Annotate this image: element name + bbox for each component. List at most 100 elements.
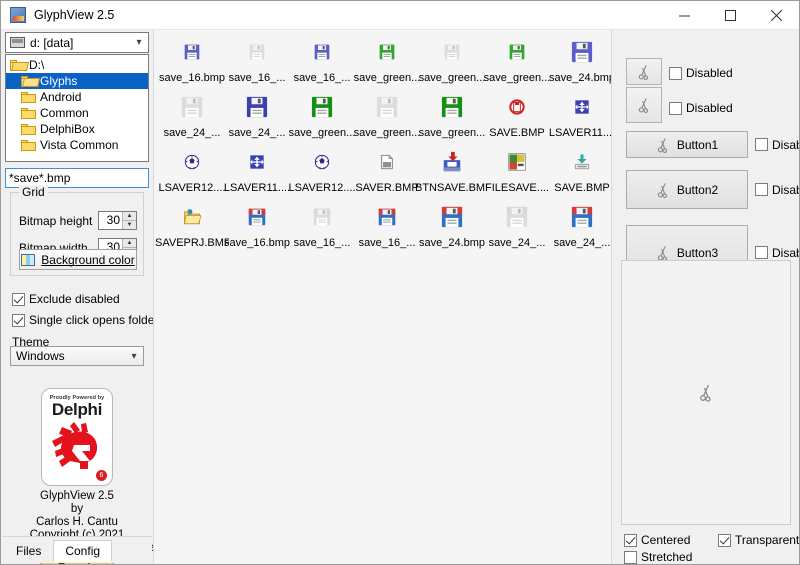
tree-node-label: Common	[40, 106, 89, 120]
panel-tabs: Files Config	[2, 536, 152, 563]
glyph-file-item[interactable]: save_24_...	[480, 201, 554, 249]
scissors-icon	[657, 137, 667, 153]
checkbox-box	[718, 533, 731, 547]
icon-button-1-disabled-checkbox[interactable]: Disabled	[669, 66, 733, 80]
bitmap-height-row: Bitmap height 30 ▲ ▼	[19, 211, 137, 230]
glyph-preview	[545, 146, 611, 180]
stretched-checkbox[interactable]: Stretched	[624, 550, 692, 564]
bitmap-height-stepper[interactable]: 30 ▲ ▼	[98, 211, 137, 230]
glyph-file-item[interactable]: save_green...	[480, 36, 554, 84]
minimize-button[interactable]	[661, 1, 707, 30]
drive-selected-value: d: [data]	[30, 35, 74, 50]
glyph-file-item[interactable]: save_24_...	[220, 91, 294, 139]
floppy-disk-icon	[441, 96, 463, 121]
spin-down-icon[interactable]: ▼	[123, 221, 136, 229]
glyph-file-item[interactable]: SAVER.BMP	[350, 146, 424, 194]
button2-button[interactable]: Button2	[626, 170, 748, 209]
glyph-preview	[350, 201, 424, 235]
glyph-file-item[interactable]: save_green...	[415, 91, 489, 139]
glyph-file-item[interactable]: LSAVER12....	[155, 146, 229, 194]
glyph-preview	[480, 36, 554, 70]
button1-button[interactable]: Button1	[626, 131, 748, 158]
glyph-preview	[285, 36, 359, 70]
glyph-file-item[interactable]: BTNSAVE.BMP	[415, 146, 489, 194]
transparent-checkbox[interactable]: Transparent	[718, 533, 799, 547]
glyph-preview	[480, 91, 554, 125]
glyph-file-name: save_24_...	[488, 237, 546, 249]
glyph-file-name: SAVER.BMP	[355, 182, 419, 194]
drive-select[interactable]: d: [data] ▾	[5, 32, 149, 53]
glyph-preview	[545, 36, 611, 70]
glyph-file-name: save_green...	[353, 72, 421, 84]
tab-files[interactable]: Files	[4, 540, 53, 562]
glyph-file-name: save_24.bmp	[548, 72, 612, 84]
about-app-name: GlyphView 2.5	[40, 490, 114, 502]
icon-button-2-disabled-checkbox[interactable]: Disabled	[669, 101, 733, 115]
glyph-file-item[interactable]: save_green...	[285, 91, 359, 139]
button1-disabled-checkbox[interactable]: Disabled	[755, 137, 799, 152]
window-title: GlyphView 2.5	[34, 8, 115, 22]
tree-node[interactable]: DelphiBox	[6, 121, 148, 137]
spin-up-icon[interactable]: ▲	[123, 239, 136, 248]
glyph-file-name: SAVE.BMP	[489, 127, 545, 139]
tree-node[interactable]: Vista Common	[6, 137, 148, 153]
glyph-file-item[interactable]: save_16.bmp	[220, 201, 294, 249]
close-button[interactable]	[753, 1, 799, 30]
glyph-file-item[interactable]: LSAVER11....	[220, 146, 294, 194]
file-save-icon	[507, 152, 527, 175]
glyph-preview	[415, 201, 489, 235]
button3-disabled-checkbox[interactable]: Disabled	[755, 246, 799, 260]
tree-node[interactable]: Common	[6, 105, 148, 121]
glyph-file-item[interactable]: save_green...	[350, 91, 424, 139]
icon-button-1[interactable]	[626, 58, 662, 85]
button2-disabled-checkbox[interactable]: Disabled	[755, 183, 799, 197]
glyph-file-item[interactable]: SAVE.BMP	[480, 91, 554, 139]
tree-node[interactable]: Android	[6, 89, 148, 105]
glyph-file-item[interactable]: save_24.bmp	[415, 201, 489, 249]
glyph-file-item[interactable]: FILESAVE....	[480, 146, 554, 194]
about-by: by	[70, 503, 84, 515]
centered-checkbox[interactable]: Centered	[624, 533, 690, 547]
glyph-file-item[interactable]: save_24_...	[155, 91, 229, 139]
bitmap-height-spin-arrows[interactable]: ▲ ▼	[122, 212, 136, 229]
glyph-file-item[interactable]: save_16_...	[350, 201, 424, 249]
exclude-disabled-checkbox[interactable]: Exclude disabled	[12, 292, 120, 306]
glyph-file-name: save_green...	[418, 127, 486, 139]
glyph-file-item[interactable]: SAVE.BMP	[545, 146, 611, 194]
glyph-file-item[interactable]: save_24_...	[545, 201, 611, 249]
glyph-preview	[415, 36, 489, 70]
icon-button-2[interactable]	[626, 87, 662, 123]
glyph-file-name: LSAVER12....	[158, 182, 226, 194]
glyph-file-item[interactable]: save_16_...	[285, 201, 359, 249]
glyph-preview	[350, 146, 424, 180]
floppy-disk-icon	[181, 96, 203, 121]
single-click-opens-folder-checkbox[interactable]: Single click opens folder	[12, 313, 158, 327]
glyph-file-item[interactable]: save_16_...	[285, 36, 359, 84]
glyph-file-item[interactable]: LSAVER12....	[285, 146, 359, 194]
glyph-file-item[interactable]: save_24.bmp	[545, 36, 612, 84]
glyph-preview	[285, 146, 359, 180]
tree-node[interactable]: Glyphs	[6, 73, 148, 89]
theme-select[interactable]: Windows ▾	[10, 346, 144, 366]
glyph-file-item[interactable]: save_16_...	[220, 36, 294, 84]
checkbox-label: Disabled	[686, 101, 733, 115]
glyph-file-list[interactable]: save_16.bmp save_16_... save_16_... save_gr…	[153, 30, 612, 564]
glyph-file-item[interactable]: save_16.bmp	[155, 36, 229, 84]
tree-node[interactable]: D:\	[6, 57, 148, 73]
glyph-file-item[interactable]: SAVEPRJ.BMP	[155, 201, 229, 249]
glyph-file-item[interactable]: LSAVER11....	[545, 91, 611, 139]
tab-config[interactable]: Config	[53, 540, 113, 562]
directory-tree[interactable]: D:\ Glyphs Android Common DelphiBox Vista Com…	[5, 54, 149, 162]
glyph-file-name: save_green...	[288, 127, 356, 139]
glyph-preview	[415, 146, 489, 180]
background-color-button[interactable]: Background color	[19, 249, 137, 270]
glyph-preview-area[interactable]	[621, 260, 791, 525]
checkbox-label: Disabled	[686, 66, 733, 80]
glyph-file-item[interactable]: save_green...	[350, 36, 424, 84]
glyph-file-item[interactable]: save_green...	[415, 36, 489, 84]
scissors-icon	[700, 384, 711, 402]
checkbox-label: Disabled	[772, 137, 799, 152]
maximize-button[interactable]	[707, 1, 753, 30]
spin-up-icon[interactable]: ▲	[123, 212, 136, 221]
glyph-preview	[285, 91, 359, 125]
